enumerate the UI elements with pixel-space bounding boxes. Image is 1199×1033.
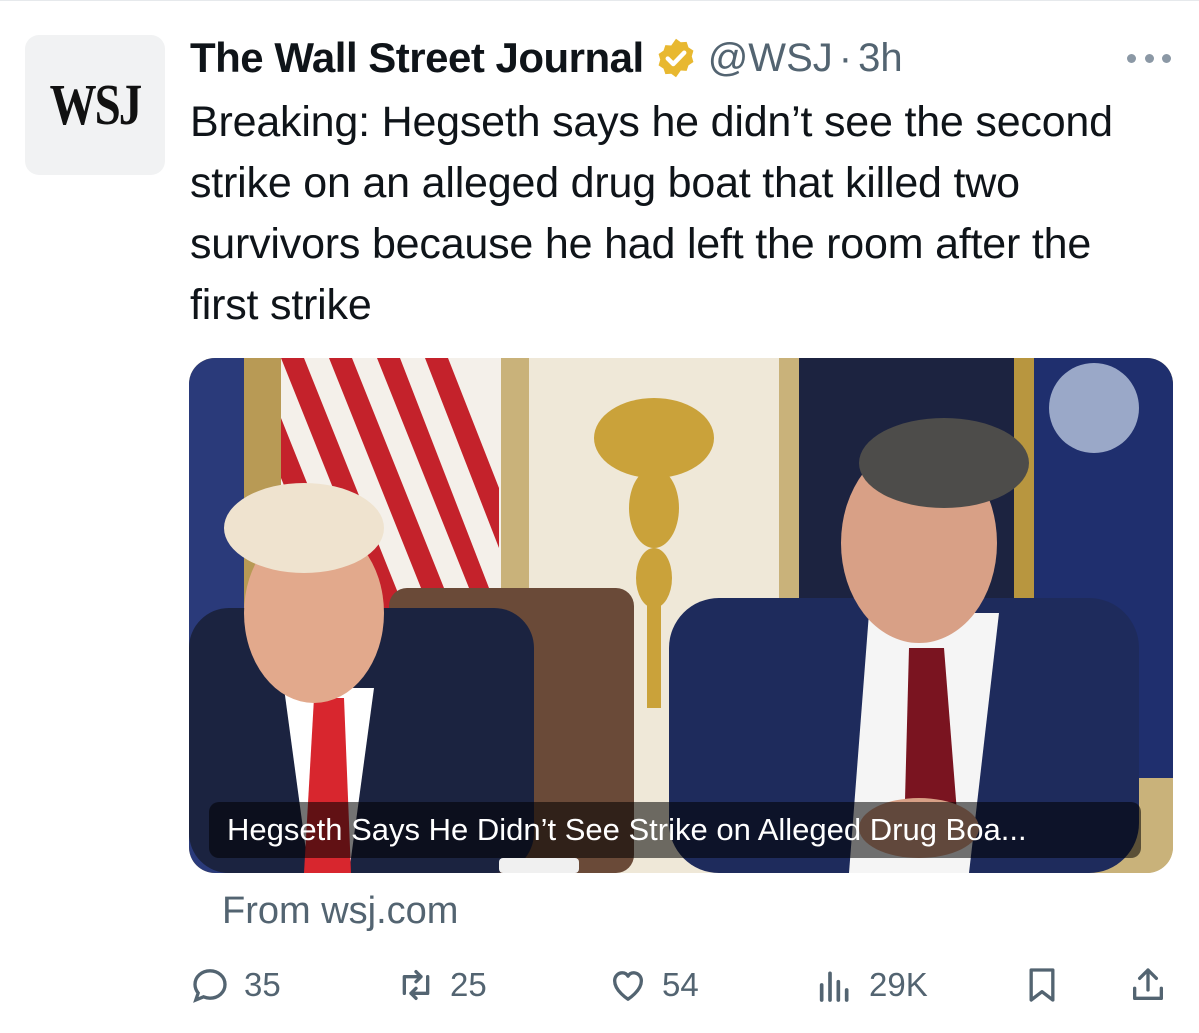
bookmark-icon (1029, 968, 1055, 1002)
views-icon (819, 971, 849, 1002)
retweet-count: 25 (450, 966, 487, 1003)
more-dot (1144, 53, 1154, 63)
card-title: Hegseth Says He Didn’t See Strike on All… (209, 802, 1141, 858)
share-icon (1133, 968, 1163, 1000)
reply-icon (193, 969, 227, 1003)
author-name[interactable]: The Wall Street Journal (190, 34, 644, 82)
tweet-header: The Wall Street Journal @WSJ · 3h (190, 28, 903, 88)
tweet-actions: 35 25 54 29K (0, 955, 1199, 1015)
avatar[interactable]: WSJ (25, 35, 165, 175)
author-handle[interactable]: @WSJ (708, 36, 833, 81)
top-divider (0, 0, 1199, 1)
avatar-logo: WSJ (49, 72, 143, 138)
tweet-timestamp[interactable]: 3h (858, 36, 903, 81)
share-button[interactable] (1128, 955, 1168, 1015)
bookmark-button[interactable] (1022, 955, 1062, 1015)
views-count: 29K (869, 966, 928, 1003)
header-separator: · (838, 35, 853, 80)
reply-count: 35 (244, 966, 281, 1003)
retweet-button[interactable]: 25 (396, 955, 487, 1015)
card-image (189, 358, 1173, 873)
reply-button[interactable]: 35 (190, 955, 281, 1015)
like-button[interactable]: 54 (608, 955, 699, 1015)
verified-badge-icon[interactable] (654, 36, 698, 80)
tweet-text: Breaking: Hegseth says he didn’t see the… (190, 98, 1113, 329)
retweet-icon (402, 970, 430, 1000)
views-button[interactable]: 29K (815, 955, 928, 1015)
heart-icon (613, 971, 643, 1001)
more-dot (1162, 53, 1171, 63)
more-options-icon[interactable] (1127, 50, 1171, 66)
card-source[interactable]: From wsj.com (222, 890, 458, 933)
link-card[interactable]: Hegseth Says He Didn’t See Strike on All… (189, 358, 1173, 873)
like-count: 54 (662, 966, 699, 1003)
more-dot (1127, 53, 1136, 63)
